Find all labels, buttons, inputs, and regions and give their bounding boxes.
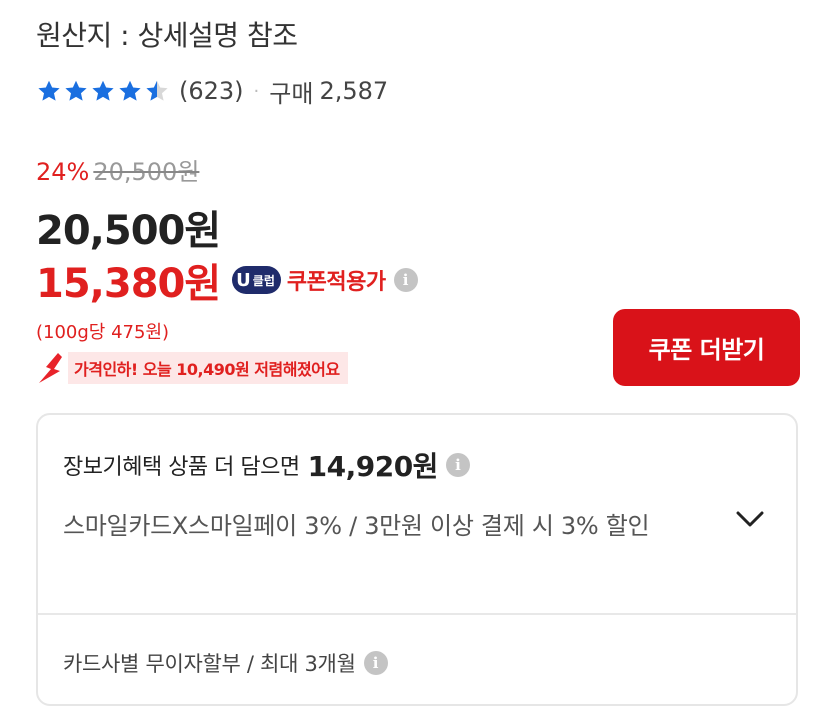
uclub-badge-u: U — [236, 269, 251, 291]
info-icon[interactable]: i — [445, 453, 470, 477]
uclub-badge-text: 클럽 — [252, 273, 275, 288]
benefit-card: 장보기혜택 상품 더 담으면 14,920원 i 스마일카드X스마일페이 3% … — [36, 413, 798, 706]
coupon-price: 15,380원 — [36, 261, 221, 307]
purchase-count: 2,587 — [319, 77, 389, 105]
divider — [38, 613, 796, 615]
rating-row[interactable]: (623) · 구매 2,587 — [36, 74, 388, 108]
star-rating — [36, 78, 171, 104]
uclub-badge: U 클럽 — [232, 266, 281, 294]
original-price: 20,500원 — [93, 158, 200, 186]
star-half-icon — [146, 80, 168, 101]
discount-rate: 24% — [36, 158, 90, 186]
star-icon — [119, 80, 141, 101]
review-count[interactable]: (623) — [179, 77, 244, 105]
price-drop-notice: 가격인하! 오늘 10,490원 저렴해졌어요 — [36, 350, 348, 386]
more-coupon-button[interactable]: 쿠폰 더받기 — [613, 309, 800, 386]
purchase-label: 구매 — [269, 79, 314, 108]
info-icon[interactable]: i — [363, 651, 388, 675]
unit-price: (100g당 475원) — [36, 322, 170, 343]
star-icon — [92, 80, 114, 101]
coupon-price-row: 15,380원 U 클럽 쿠폰적용가 i — [36, 254, 418, 307]
separator-dot: · — [253, 80, 260, 102]
installment-text: 카드사별 무이자할부 / 최대 3개월 — [63, 652, 356, 676]
price-drop-text: 가격인하! 오늘 10,490원 저렴해졌어요 — [68, 352, 348, 384]
chevron-down-icon[interactable] — [730, 499, 770, 539]
benefit-header: 장보기혜택 상품 더 담으면 14,920원 i — [63, 445, 470, 485]
star-icon — [65, 80, 87, 101]
down-arrow-icon — [39, 353, 62, 383]
sale-price: 20,500원 — [36, 208, 221, 254]
info-icon[interactable]: i — [393, 268, 418, 292]
benefit-head-text: 장보기혜택 상품 더 담으면 — [63, 455, 300, 480]
discount-row: 24% 20,500원 — [36, 152, 199, 187]
card-discount-description: 스마일카드X스마일페이 3% / 3만원 이상 결제 시 3% 할인 — [63, 512, 650, 540]
benefit-price: 14,920원 — [307, 450, 439, 483]
coupon-label: 쿠폰적용가 — [286, 270, 386, 295]
origin-label: 원산지 : 상세설명 참조 — [36, 19, 298, 52]
installment-row: 카드사별 무이자할부 / 최대 3개월 i — [63, 648, 388, 678]
star-icon — [38, 80, 60, 101]
